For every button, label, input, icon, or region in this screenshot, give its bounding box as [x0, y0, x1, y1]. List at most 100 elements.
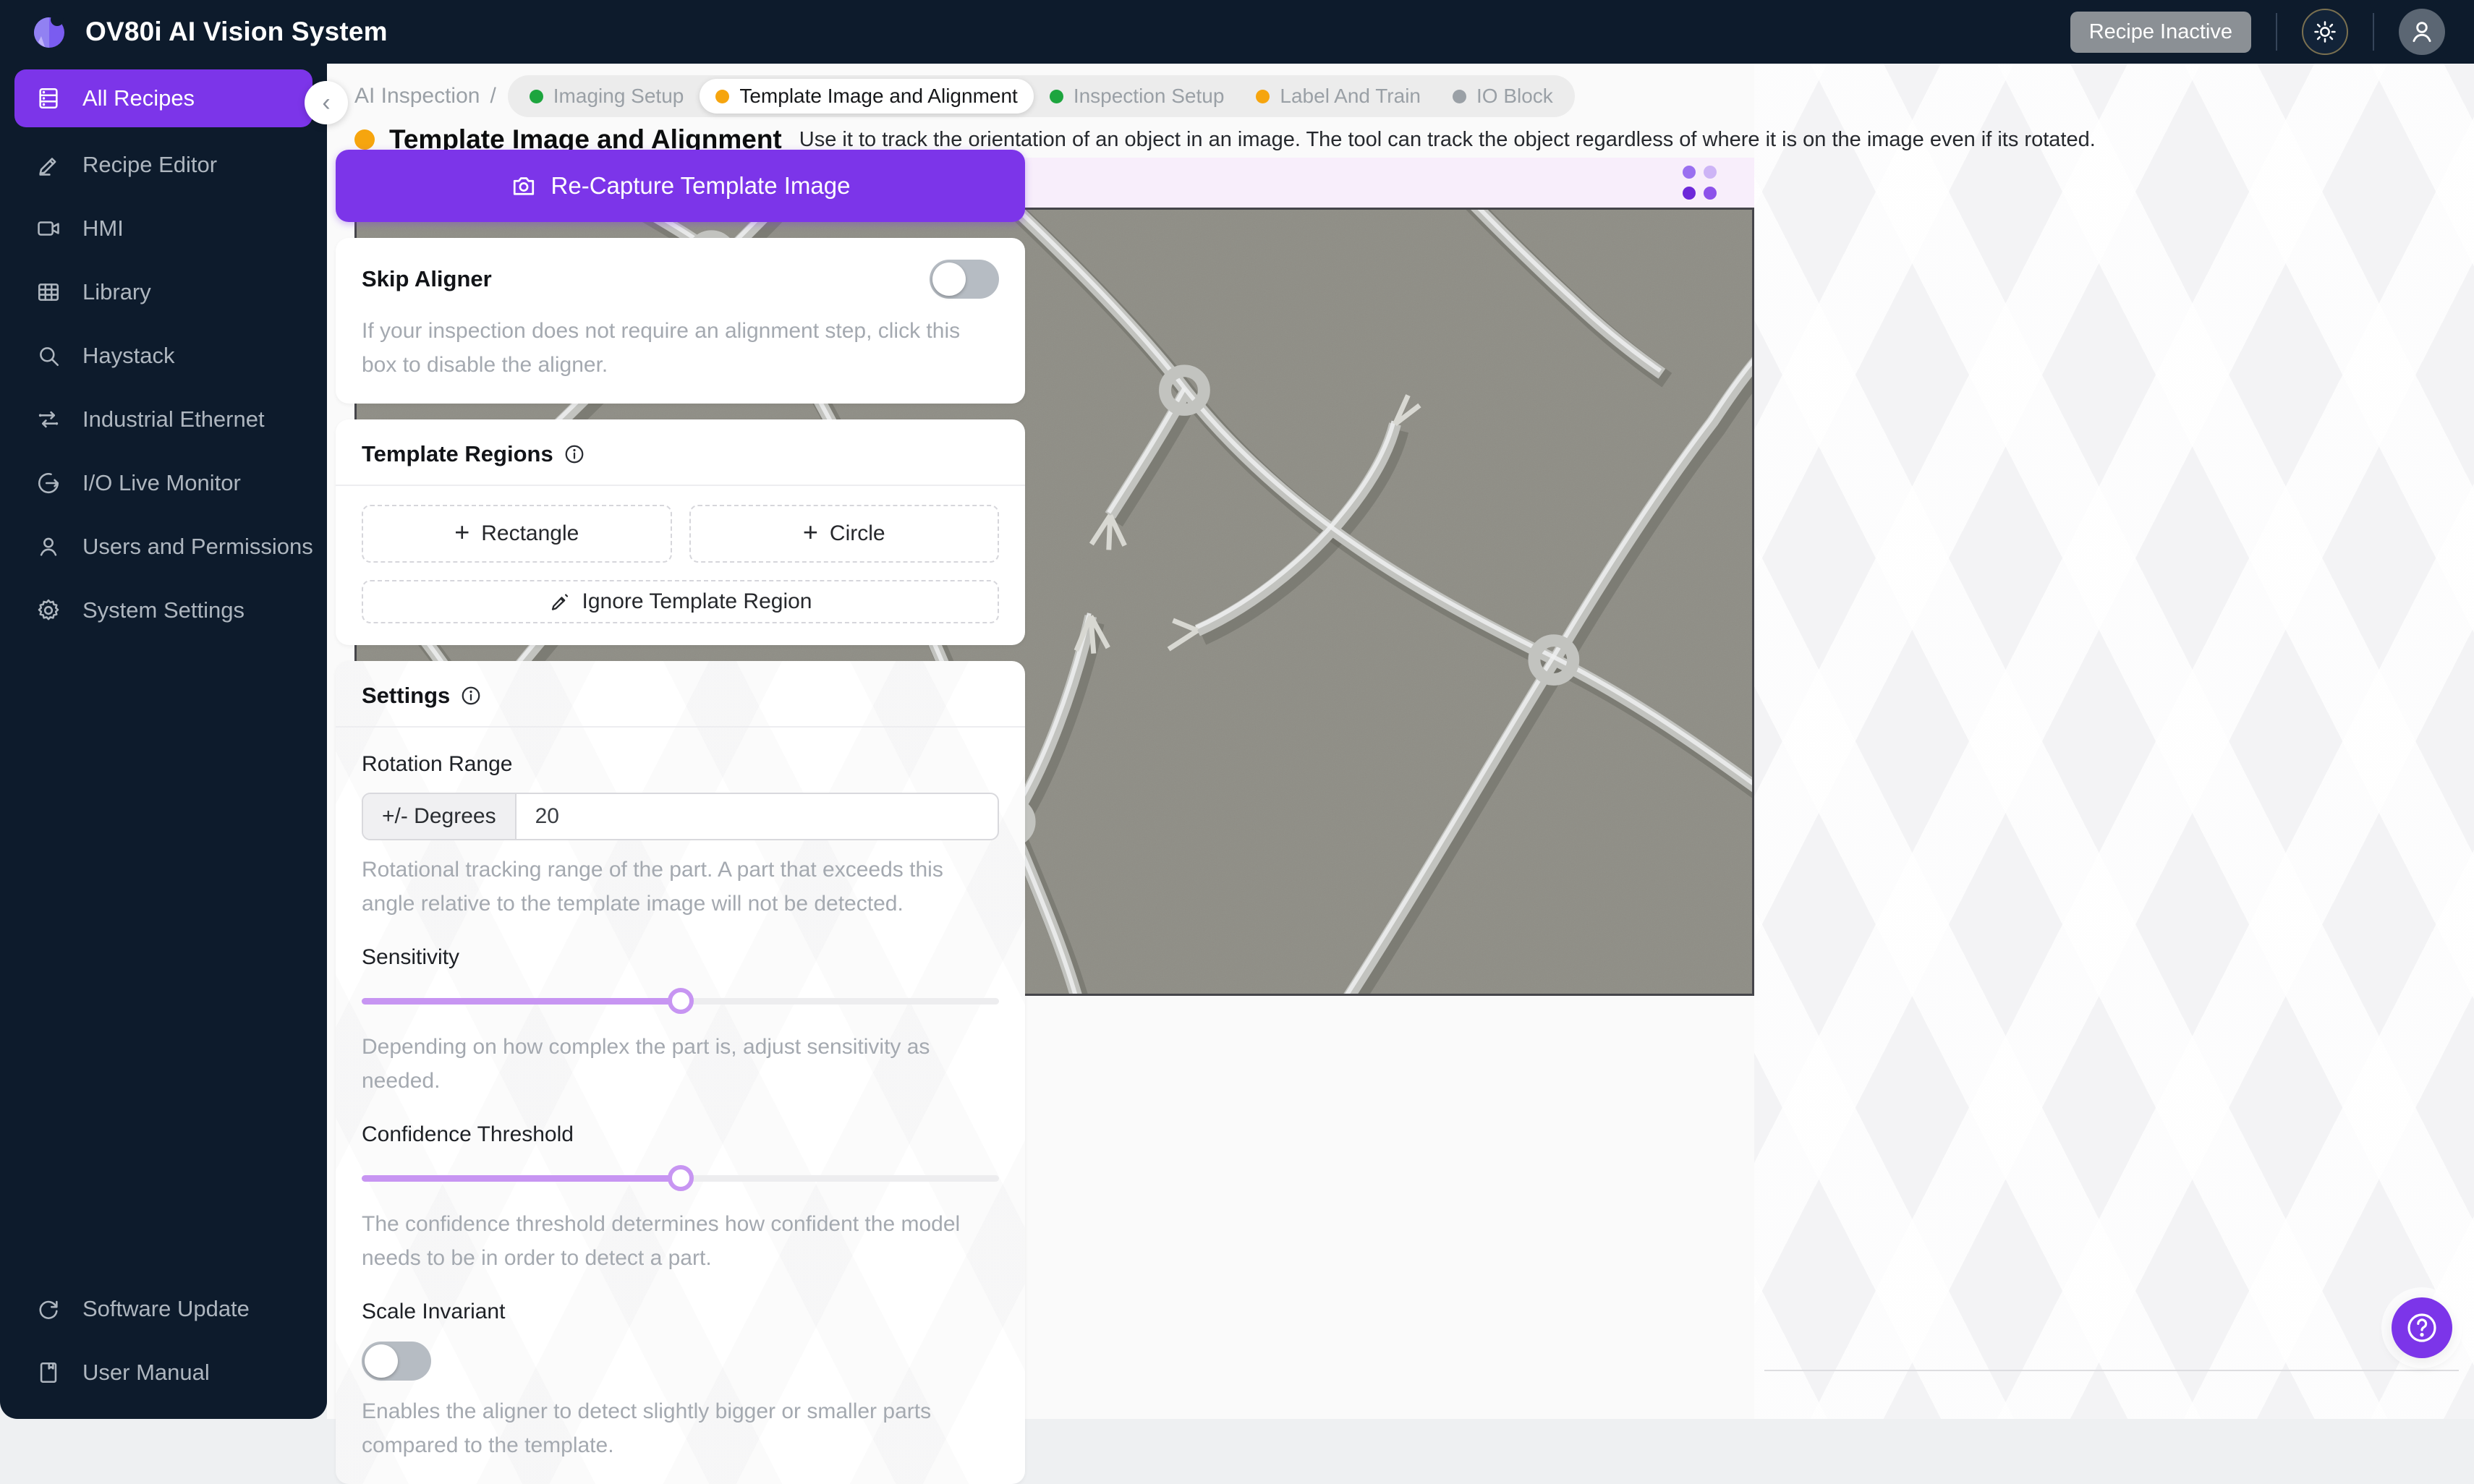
breadcrumb-root[interactable]: AI Inspection [354, 84, 480, 108]
ignore-region-label: Ignore Template Region [582, 589, 812, 614]
info-icon[interactable] [460, 685, 482, 707]
chevron-left-icon: ‹ [322, 89, 330, 117]
step-template-image-alignment[interactable]: Template Image and Alignment [700, 79, 1033, 114]
recapture-label: Re-Capture Template Image [551, 172, 851, 200]
sidebar-item-hmi[interactable]: HMI [0, 197, 327, 260]
step-label: Inspection Setup [1074, 85, 1225, 108]
sidebar-collapse-button[interactable]: ‹ [305, 81, 348, 124]
confidence-threshold-slider[interactable] [362, 1164, 999, 1192]
question-circle-icon [2405, 1310, 2439, 1345]
account-button[interactable] [2399, 9, 2445, 55]
rotation-range-description: Rotational tracking range of the part. A… [362, 853, 999, 921]
sidebar-item-user-manual[interactable]: User Manual [0, 1341, 327, 1404]
sidebar-item-label: System Settings [82, 597, 245, 623]
transfer-icon [36, 407, 61, 432]
app-title: OV80i AI Vision System [85, 17, 388, 47]
step-label: Label And Train [1280, 85, 1421, 108]
rotation-range-input-group: +/- Degrees [362, 793, 999, 840]
plus-icon: + [803, 517, 818, 547]
circle-label: Circle [830, 521, 885, 546]
step-label: Template Image and Alignment [739, 85, 1017, 108]
loading-dots-indicator [1683, 166, 1717, 200]
skip-aligner-card: Skip Aligner If your inspection does not… [336, 238, 1025, 404]
sun-icon [2313, 20, 2337, 44]
skip-aligner-label: Skip Aligner [362, 266, 492, 292]
sidebar-item-users-permissions[interactable]: Users and Permissions [0, 515, 327, 579]
sidebar-item-software-update[interactable]: Software Update [0, 1277, 327, 1341]
sidebar-item-label: I/O Live Monitor [82, 470, 241, 496]
sidebar-item-label: Software Update [82, 1296, 250, 1322]
recipe-status-badge: Recipe Inactive [2070, 12, 2251, 53]
rectangle-label: Rectangle [481, 521, 579, 546]
template-regions-card: Template Regions + Rectangle + Circle [336, 419, 1025, 645]
recapture-template-button[interactable]: Re-Capture Template Image [336, 150, 1025, 222]
sidebar-item-recipe-editor[interactable]: Recipe Editor [0, 133, 327, 197]
step-inspection-setup[interactable]: Inspection Setup [1034, 79, 1241, 114]
sidebar-item-label: Haystack [82, 343, 174, 369]
workflow-steps: Imaging Setup Template Image and Alignme… [508, 75, 1575, 117]
video-icon [36, 216, 61, 241]
theme-toggle-button[interactable] [2302, 9, 2348, 55]
step-imaging-setup[interactable]: Imaging Setup [514, 79, 700, 114]
template-regions-title: Template Regions [362, 441, 553, 467]
divider [2276, 13, 2277, 51]
slider-handle[interactable] [668, 988, 694, 1014]
sidebar-item-label: Users and Permissions [82, 534, 313, 560]
step-label: Imaging Setup [553, 85, 684, 108]
sidebar-item-label: Recipe Editor [82, 152, 217, 178]
degrees-prefix: +/- Degrees [363, 794, 517, 839]
status-dot [1050, 90, 1063, 103]
user-icon [2408, 18, 2436, 46]
sidebar-item-system-settings[interactable]: System Settings [0, 579, 327, 642]
info-icon[interactable] [564, 443, 585, 465]
scale-invariant-label: Scale Invariant [362, 1300, 999, 1324]
sidebar-item-all-recipes[interactable]: All Recipes [14, 69, 313, 127]
user-icon [36, 534, 61, 559]
sidebar-item-library[interactable]: Library [0, 260, 327, 324]
sidebar-item-haystack[interactable]: Haystack [0, 324, 327, 388]
rotation-range-input[interactable] [517, 794, 998, 839]
sidebar-item-label: All Recipes [82, 85, 195, 111]
add-circle-region-button[interactable]: + Circle [689, 505, 1000, 563]
pen-icon [549, 591, 571, 613]
add-rectangle-region-button[interactable]: + Rectangle [362, 505, 672, 563]
sidebar-item-industrial-ethernet[interactable]: Industrial Ethernet [0, 388, 327, 451]
settings-title: Settings [362, 683, 450, 709]
main-content: AI Inspection / Imaging Setup Template I… [327, 64, 2474, 1419]
refresh-icon [36, 1297, 61, 1321]
right-panel-background [1754, 64, 2474, 1419]
ignore-template-region-button[interactable]: Ignore Template Region [362, 580, 999, 623]
sensitivity-description: Depending on how complex the part is, ad… [362, 1031, 999, 1098]
sidebar: All Recipes Recipe Editor HMI Library Ha… [0, 64, 327, 1419]
top-bar: OV80i AI Vision System Recipe Inactive [0, 0, 2474, 64]
step-label-and-train[interactable]: Label And Train [1240, 79, 1437, 114]
slider-handle[interactable] [668, 1165, 694, 1191]
confidence-threshold-label: Confidence Threshold [362, 1122, 999, 1147]
skip-aligner-description: If your inspection does not require an a… [362, 315, 999, 382]
scale-invariant-toggle[interactable] [362, 1342, 431, 1381]
status-dot [1453, 90, 1466, 103]
skip-aligner-toggle[interactable] [930, 260, 999, 299]
status-dot [354, 129, 375, 150]
recipes-icon [36, 86, 61, 111]
sidebar-item-label: Industrial Ethernet [82, 406, 265, 432]
page-description: Use it to track the orientation of an ob… [799, 128, 2096, 152]
pencil-icon [36, 153, 61, 177]
status-dot [715, 90, 729, 103]
divider [2373, 13, 2374, 51]
sidebar-item-io-live-monitor[interactable]: I/O Live Monitor [0, 451, 327, 515]
camera-icon [511, 173, 537, 199]
io-icon [36, 471, 61, 495]
sensitivity-slider[interactable] [362, 987, 999, 1015]
search-icon [36, 344, 61, 368]
step-io-block[interactable]: IO Block [1437, 79, 1569, 114]
plus-icon: + [454, 517, 469, 547]
divider [1764, 1370, 2459, 1371]
settings-panel: Re-Capture Template Image Skip Aligner I… [336, 150, 1025, 1484]
sidebar-item-label: HMI [82, 216, 124, 242]
app-logo-icon [30, 13, 68, 51]
book-icon [36, 1360, 61, 1385]
help-button[interactable] [2392, 1297, 2452, 1358]
breadcrumb-separator: / [490, 84, 496, 108]
sidebar-footer: Software Update User Manual [0, 1277, 327, 1419]
